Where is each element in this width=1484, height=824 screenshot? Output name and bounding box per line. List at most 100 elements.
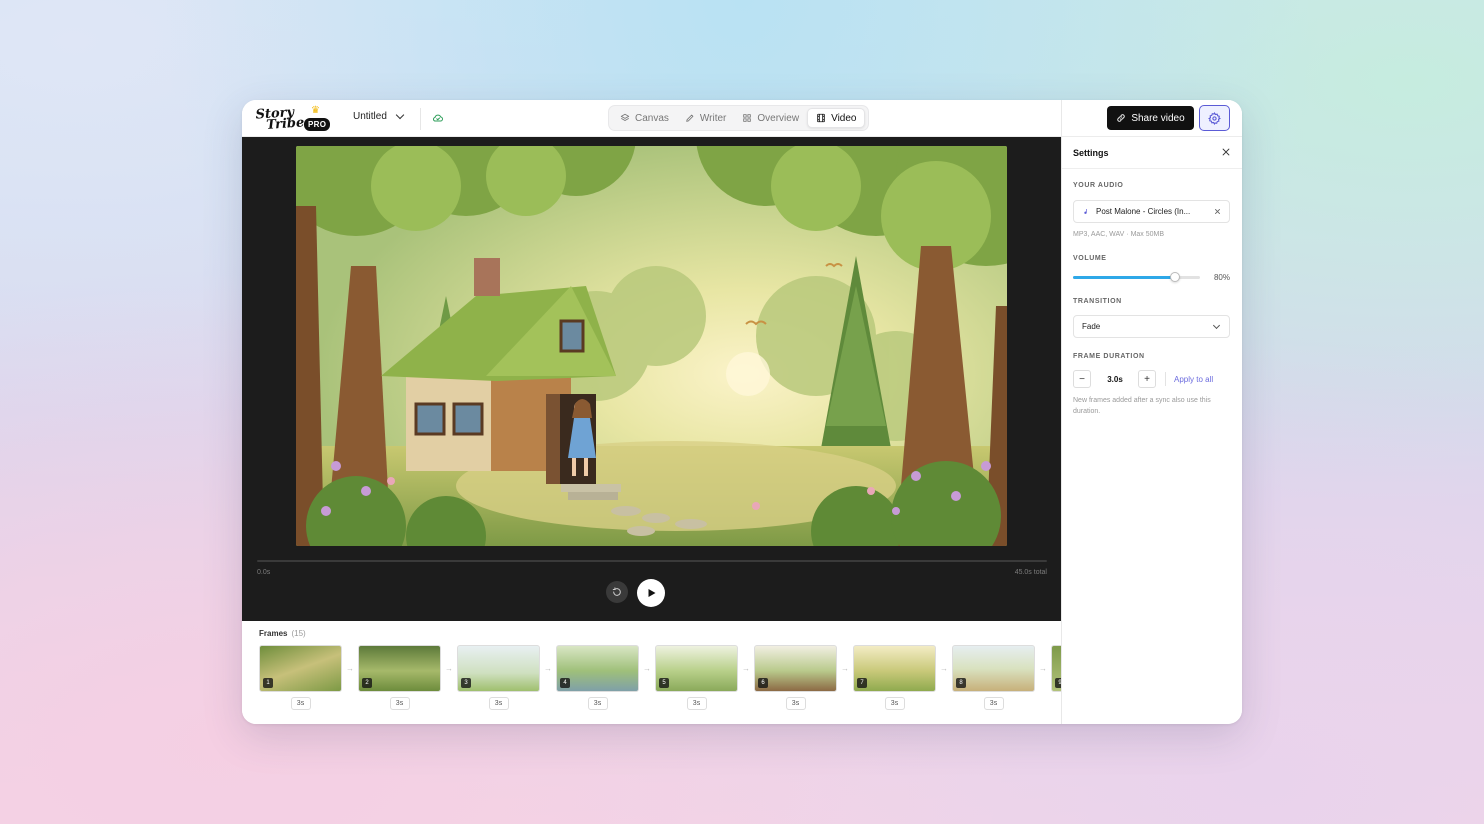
frame-duration[interactable]: 3s — [983, 697, 1004, 710]
frame-thumbnail[interactable]: 3 — [457, 645, 540, 692]
arrow-right-icon: → — [940, 664, 948, 673]
arrow-right-icon: → — [1039, 664, 1047, 673]
cloud-saved-icon[interactable] — [432, 112, 444, 124]
duration-decrement-button[interactable]: − — [1073, 370, 1091, 388]
apply-to-all-link[interactable]: Apply to all — [1174, 375, 1213, 384]
frame-duration[interactable]: 3s — [488, 697, 509, 710]
tab-canvas[interactable]: Canvas — [612, 108, 677, 128]
tab-writer[interactable]: Writer — [677, 108, 734, 128]
frame-duration[interactable]: 3s — [884, 697, 905, 710]
forest-cottage-illustration — [296, 146, 1007, 546]
frame-duration[interactable]: 3s — [389, 697, 410, 710]
remove-audio-icon[interactable] — [1214, 208, 1221, 215]
frame-item: 5 3s — [655, 645, 738, 710]
frame-number: 5 — [659, 678, 669, 688]
frames-panel: Frames (15) 1 3s → 2 3s → 3 3s → 4 3s → … — [242, 621, 1061, 724]
crown-icon: ♛ — [311, 105, 320, 116]
arrow-right-icon: → — [346, 664, 354, 673]
volume-slider[interactable] — [1073, 272, 1200, 282]
frame-number: 2 — [362, 678, 372, 688]
arrow-right-icon: → — [643, 664, 651, 673]
settings-header: Settings — [1062, 137, 1242, 169]
audio-file-name: Post Malone - Circles (In... — [1096, 207, 1191, 216]
play-button[interactable] — [637, 579, 665, 607]
arrow-right-icon: → — [445, 664, 453, 673]
duration-increment-button[interactable]: + — [1138, 370, 1156, 388]
frame-thumbnail[interactable]: 4 — [556, 645, 639, 692]
total-time: 45.0s total — [1014, 569, 1047, 576]
divider — [1165, 372, 1166, 386]
current-time: 0.0s — [257, 569, 271, 576]
share-video-label: Share video — [1131, 112, 1185, 124]
gear-icon — [1208, 111, 1221, 125]
logo-wordmark: Story Tribe — [255, 105, 305, 133]
transition-value: Fade — [1082, 322, 1101, 331]
play-icon — [648, 589, 656, 597]
timeline-scrubber[interactable] — [257, 560, 1047, 562]
close-icon[interactable] — [1221, 147, 1231, 157]
volume-value: 80% — [1213, 273, 1230, 282]
frame-item: 2 3s — [358, 645, 441, 710]
frame-number: 1 — [263, 678, 273, 688]
tab-video-label: Video — [831, 112, 857, 124]
divider — [420, 108, 421, 130]
frame-item: 7 3s — [853, 645, 936, 710]
tab-overview-label: Overview — [757, 112, 800, 124]
settings-toggle-button[interactable] — [1199, 105, 1230, 131]
frame-item: 3 3s — [457, 645, 540, 710]
frame-thumbnail[interactable]: 6 — [754, 645, 837, 692]
view-tabs: Canvas Writer Overview Video — [608, 105, 870, 131]
restart-button[interactable] — [606, 581, 628, 603]
video-preview[interactable] — [296, 146, 1007, 546]
film-icon — [817, 113, 825, 123]
frame-duration[interactable]: 3s — [785, 697, 806, 710]
tab-video[interactable]: Video — [807, 108, 866, 128]
transition-section-label: Transition — [1073, 298, 1122, 305]
frame-thumbnail[interactable]: 5 — [655, 645, 738, 692]
frame-item: 1 3s — [259, 645, 342, 710]
settings-panel: Settings Your audio Post Malone - Circle… — [1062, 137, 1242, 724]
frame-duration[interactable]: 3s — [290, 697, 311, 710]
settings-title: Settings — [1073, 148, 1109, 158]
share-video-button[interactable]: Share video — [1107, 106, 1194, 130]
frame-thumbnail[interactable]: 8 — [952, 645, 1035, 692]
frame-thumbnail[interactable]: 2 — [358, 645, 441, 692]
grid-icon — [743, 114, 752, 122]
frame-number: 4 — [560, 678, 570, 688]
frame-duration-section-label: Frame duration — [1073, 353, 1145, 360]
arrow-right-icon: → — [742, 664, 750, 673]
frame-duration[interactable]: 3s — [587, 697, 608, 710]
storytribe-logo[interactable]: Story Tribe ♛ PRO — [255, 105, 331, 133]
layers-icon — [620, 113, 630, 121]
frame-thumbnail[interactable]: 9 — [1051, 645, 1061, 692]
frame-item: 8 3s — [952, 645, 1035, 710]
frames-title: Frames — [259, 629, 288, 638]
audio-file-field[interactable]: Post Malone - Circles (In... — [1073, 200, 1230, 223]
frame-number: 6 — [758, 678, 768, 688]
frame-thumbnail[interactable]: 7 — [853, 645, 936, 692]
pro-badge: PRO — [304, 118, 331, 131]
tab-overview[interactable]: Overview — [734, 108, 807, 128]
arrow-right-icon: → — [544, 664, 552, 673]
pencil-icon — [686, 114, 694, 122]
frame-number: 7 — [857, 678, 867, 688]
video-player: 0.0s 45.0s total — [242, 137, 1061, 621]
arrow-right-icon: → — [841, 664, 849, 673]
volume-section-label: Volume — [1073, 255, 1107, 262]
transition-select[interactable]: Fade — [1073, 315, 1230, 338]
tab-writer-label: Writer — [699, 112, 727, 124]
volume-slider-fill — [1073, 276, 1175, 279]
document-title-dropdown[interactable]: Untitled — [353, 110, 405, 122]
frame-number: 8 — [956, 678, 966, 688]
frames-strip: 1 3s → 2 3s → 3 3s → 4 3s → 5 3s → 6 3s … — [259, 645, 1061, 710]
volume-slider-handle[interactable] — [1169, 272, 1180, 282]
document-title: Untitled — [353, 111, 387, 122]
audio-format-hint: MP3, AAC, WAV · Max 50MB — [1073, 231, 1165, 238]
frame-duration[interactable]: 3s — [686, 697, 707, 710]
frame-item: 4 3s — [556, 645, 639, 710]
app-window: Story Tribe ♛ PRO Untitled Canvas Writer — [242, 100, 1242, 724]
frames-count: (15) — [291, 629, 306, 638]
frame-item: 6 3s — [754, 645, 837, 710]
frame-thumbnail[interactable]: 1 — [259, 645, 342, 692]
top-bar: Story Tribe ♛ PRO Untitled Canvas Writer — [242, 100, 1242, 137]
